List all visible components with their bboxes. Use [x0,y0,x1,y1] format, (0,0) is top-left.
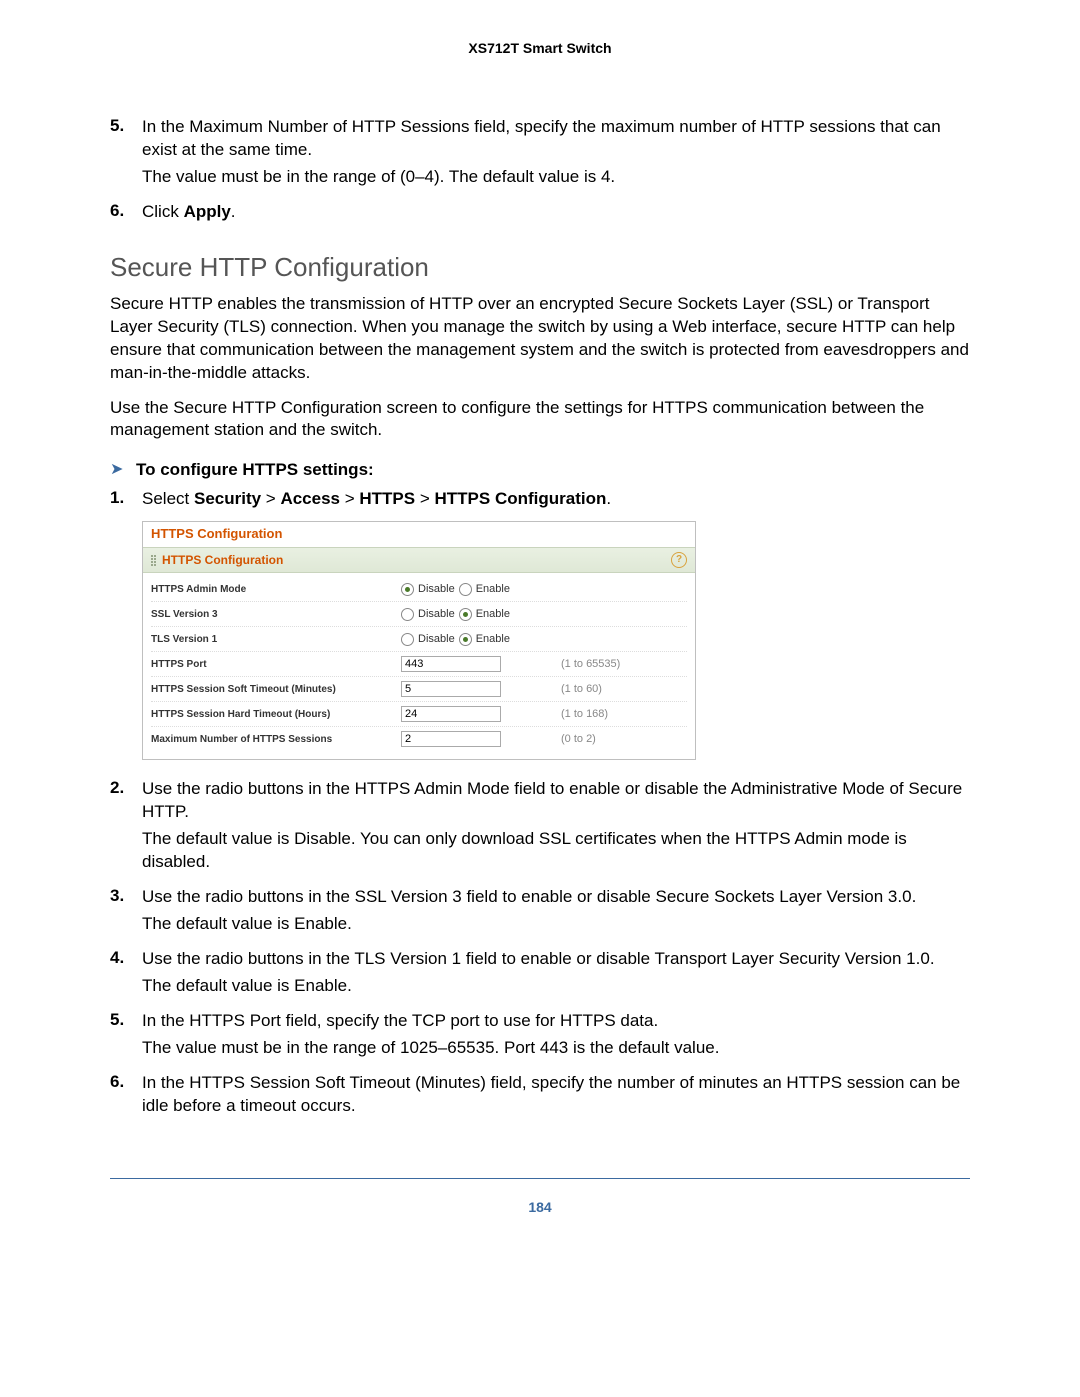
step-number: 6. [110,201,142,221]
field-hint: (1 to 65535) [561,658,687,670]
panel-title: HTTPS Configuration [162,553,283,567]
field-row: Maximum Number of HTTPS Sessions (0 to 2… [151,727,687,751]
field-label: HTTPS Session Soft Timeout (Minutes) [151,684,401,695]
list-item: 6. In the HTTPS Session Soft Timeout (Mi… [110,1072,970,1118]
field-row: TLS Version 1 Disable Enable [151,627,687,652]
list-item: 5. In the HTTPS Port field, specify the … [110,1010,970,1033]
step-number: 1. [110,488,142,508]
step-text: In the HTTPS Port field, specify the TCP… [142,1010,970,1033]
task-title: To configure HTTPS settings: [136,460,374,480]
paragraph: Secure HTTP enables the transmission of … [110,293,970,385]
panel-header-bar: HTTPS Configuration ? [143,547,695,573]
field-hint: (0 to 2) [561,733,687,745]
field-label: SSL Version 3 [151,609,401,620]
field-label: HTTPS Session Hard Timeout (Hours) [151,709,401,720]
step-note: The default value is Enable. [142,975,970,998]
drag-grip-icon [151,555,156,566]
panel-body: HTTPS Admin Mode Disable Enable SSL Vers… [143,573,695,759]
list-item: 1. Select Security > Access > HTTPS > HT… [110,488,970,511]
step-number: 5. [110,1010,142,1030]
page-number: 184 [528,1199,551,1215]
step-note: The default value is Disable. You can on… [142,828,970,874]
radio-group: Disable Enable [401,633,561,646]
https-config-screenshot: HTTPS Configuration HTTPS Configuration … [142,521,696,760]
paragraph: Use the Secure HTTP Configuration screen… [110,397,970,443]
radio-group: Disable Enable [401,583,561,596]
radio-disable[interactable] [401,608,414,621]
list-item: 2. Use the radio buttons in the HTTPS Ad… [110,778,970,824]
list-item: 6. Click Apply. [110,201,970,224]
chevron-right-icon: ➤ [110,460,136,479]
list-item: 4. Use the radio buttons in the TLS Vers… [110,948,970,971]
step-text: Select Security > Access > HTTPS > HTTPS… [142,488,970,511]
field-label: HTTPS Port [151,659,401,670]
step-text: In the HTTPS Session Soft Timeout (Minut… [142,1072,970,1118]
radio-enable[interactable] [459,583,472,596]
step-note: The value must be in the range of 1025–6… [142,1037,970,1060]
step-number: 2. [110,778,142,798]
field-label: Maximum Number of HTTPS Sessions [151,734,401,745]
radio-disable[interactable] [401,583,414,596]
max-sessions-input[interactable] [401,731,501,747]
doc-header: XS712T Smart Switch [110,40,970,56]
field-row: HTTPS Session Soft Timeout (Minutes) (1 … [151,677,687,702]
step-text: Click Apply. [142,201,970,224]
field-row: HTTPS Port (1 to 65535) [151,652,687,677]
radio-enable[interactable] [459,608,472,621]
page-footer: 184 [110,1178,970,1215]
step-text: Use the radio buttons in the SSL Version… [142,886,970,909]
field-label: TLS Version 1 [151,634,401,645]
step-note: The default value is Enable. [142,913,970,936]
radio-enable[interactable] [459,633,472,646]
list-item: 3. Use the radio buttons in the SSL Vers… [110,886,970,909]
radio-group: Disable Enable [401,608,561,621]
field-hint: (1 to 60) [561,683,687,695]
step-text: Use the radio buttons in the HTTPS Admin… [142,778,970,824]
page: XS712T Smart Switch 5. In the Maximum Nu… [0,0,1080,1245]
field-label: HTTPS Admin Mode [151,584,401,595]
field-row: HTTPS Session Hard Timeout (Hours) (1 to… [151,702,687,727]
hard-timeout-input[interactable] [401,706,501,722]
https-port-input[interactable] [401,656,501,672]
panel-outer-title: HTTPS Configuration [143,522,695,547]
step-number: 3. [110,886,142,906]
list-item: 5. In the Maximum Number of HTTP Session… [110,116,970,162]
soft-timeout-input[interactable] [401,681,501,697]
task-heading: ➤ To configure HTTPS settings: [110,460,970,480]
field-row: SSL Version 3 Disable Enable [151,602,687,627]
step-text: Use the radio buttons in the TLS Version… [142,948,970,971]
step-number: 6. [110,1072,142,1092]
section-heading: Secure HTTP Configuration [110,252,970,283]
step-note: The value must be in the range of (0–4).… [142,166,970,189]
help-icon[interactable]: ? [671,552,687,568]
step-number: 4. [110,948,142,968]
field-hint: (1 to 168) [561,708,687,720]
radio-disable[interactable] [401,633,414,646]
step-number: 5. [110,116,142,136]
field-row: HTTPS Admin Mode Disable Enable [151,577,687,602]
step-text: In the Maximum Number of HTTP Sessions f… [142,116,970,162]
